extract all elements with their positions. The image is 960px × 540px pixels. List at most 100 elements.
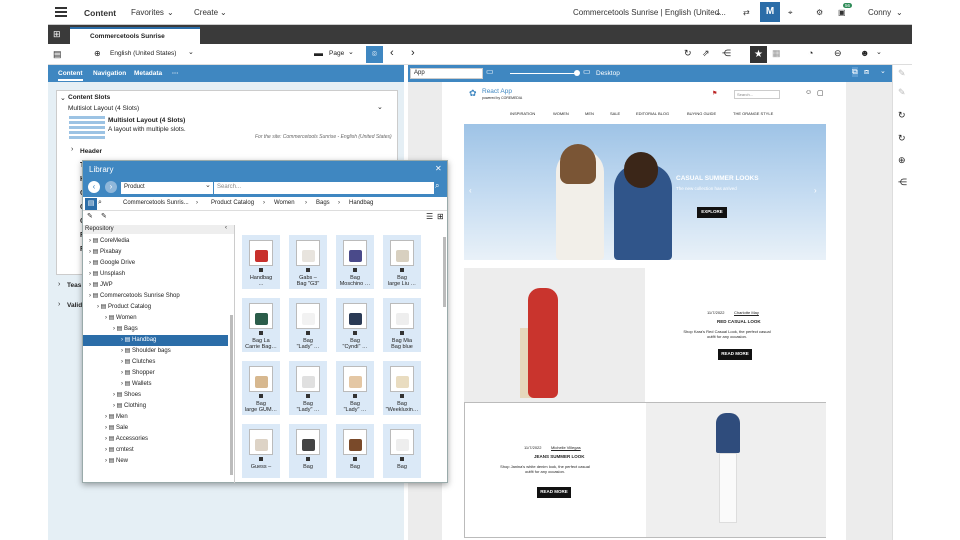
close-icon[interactable]: ✕ bbox=[435, 164, 442, 173]
back-icon[interactable]: ‹ bbox=[88, 181, 100, 193]
grid-icon[interactable]: ⊞ bbox=[53, 29, 61, 40]
library-item[interactable]: Bag "Lady" … bbox=[336, 361, 374, 415]
sync-icon[interactable]: ↻ bbox=[898, 110, 906, 121]
tree-item[interactable]: › ▤ cmtest bbox=[83, 445, 228, 456]
tree-item[interactable]: › ▤ Men bbox=[83, 412, 228, 423]
library-header[interactable]: Library bbox=[83, 161, 447, 179]
tab-navigation[interactable]: Navigation bbox=[93, 70, 126, 77]
tree-item[interactable]: › ▤ Pixabay bbox=[83, 247, 228, 258]
chevron-down-icon[interactable]: ⌄ bbox=[205, 181, 211, 189]
chevron-down-icon[interactable]: ⌄ bbox=[167, 8, 174, 17]
document-tab[interactable]: Commercetools Sunrise bbox=[70, 27, 200, 44]
tree-item[interactable]: › ▤ Clutches bbox=[83, 357, 228, 368]
library-search-input[interactable]: Search... bbox=[214, 182, 434, 194]
collapse-icon[interactable]: ‹ bbox=[225, 225, 227, 231]
chevron-right-icon[interactable]: › bbox=[411, 47, 415, 59]
library-item[interactable]: Handbag… bbox=[242, 235, 280, 289]
chevron-down-icon[interactable]: ⌄ bbox=[220, 8, 227, 17]
library-item[interactable]: Bag "Lady" … bbox=[289, 361, 327, 415]
chevron-right-icon[interactable]: › bbox=[58, 301, 60, 308]
target-icon[interactable]: ⌖ bbox=[788, 8, 793, 18]
library-item[interactable]: Bag "Cyndi" … bbox=[336, 298, 374, 352]
edit-icon[interactable]: ✎ bbox=[87, 212, 93, 220]
user-menu[interactable]: Conny bbox=[868, 8, 891, 17]
breadcrumb-item-1[interactable]: Product Catalog bbox=[211, 200, 254, 206]
teasers-section[interactable]: Teas bbox=[67, 282, 81, 289]
library-item[interactable]: Bag Mia Bag blue bbox=[383, 298, 421, 352]
search-icon[interactable]: ⌕ bbox=[435, 181, 439, 191]
tree-item[interactable]: › ▤ Women bbox=[83, 313, 228, 324]
layout-selector[interactable]: Multislot Layout (4 Slots) bbox=[68, 105, 139, 112]
edit-off-icon[interactable]: ✎ bbox=[101, 212, 107, 220]
site-search-input[interactable]: Search... bbox=[734, 90, 780, 99]
clock-icon[interactable]: ◔ bbox=[808, 48, 813, 58]
chevron-down-icon[interactable]: ⌄ bbox=[896, 8, 903, 17]
tree-item[interactable]: › ▤ Shopper bbox=[83, 368, 228, 379]
device-frame-icon[interactable]: ⧉ bbox=[852, 67, 858, 77]
open-external-icon[interactable]: ⇗ bbox=[702, 48, 710, 59]
nav-editorial-blog[interactable]: EDITORIAL BLOG bbox=[636, 111, 669, 116]
tree-item[interactable]: › ▤ Handbag bbox=[83, 335, 228, 346]
minus-circle-icon[interactable]: ⊖ bbox=[834, 48, 842, 59]
tree-view-icon[interactable]: ▤ bbox=[85, 198, 97, 210]
chevron-left-icon[interactable]: ‹ bbox=[390, 47, 394, 59]
library-item[interactable]: Bag bbox=[336, 424, 374, 478]
teaser1-author[interactable]: Charlotte May bbox=[734, 310, 759, 315]
tree-item[interactable]: › ▤ Bags bbox=[83, 324, 228, 335]
sync-off-icon[interactable]: ↻ bbox=[898, 133, 906, 144]
chevron-down-icon[interactable]: ⌄ bbox=[880, 67, 886, 75]
teaser2-read-more-button[interactable]: READ MORE bbox=[537, 487, 571, 498]
teaser1-read-more-button[interactable]: READ MORE bbox=[718, 349, 752, 360]
tree-item[interactable]: › ▤ Commercetools Sunrise Shop bbox=[83, 291, 228, 302]
breadcrumb-item-0[interactable]: Commercetools Sunris... bbox=[123, 200, 189, 206]
chevron-right-icon[interactable]: › bbox=[58, 281, 60, 288]
page-selector[interactable]: Page bbox=[329, 50, 344, 57]
chevron-down-icon[interactable]: ⌄ bbox=[60, 94, 66, 102]
tree-item[interactable]: › ▤ CoreMedia bbox=[83, 236, 228, 247]
locale-selector[interactable]: English (United States) bbox=[110, 50, 176, 57]
tree-item[interactable]: › ▤ Wallets bbox=[83, 379, 228, 390]
library-item[interactable]: Bag "Weekluxin… bbox=[383, 361, 421, 415]
star-icon[interactable]: ★ bbox=[750, 46, 767, 63]
tree-item[interactable]: › ▤ Shoes bbox=[83, 390, 228, 401]
hero-explore-button[interactable]: EXPLORE bbox=[697, 207, 727, 218]
nav-buying-guide[interactable]: BUYING GUIDE bbox=[687, 111, 716, 116]
tree-item[interactable]: › ▤ JWP bbox=[83, 280, 228, 291]
chevron-right-icon[interactable]: › bbox=[71, 146, 73, 153]
nav-women[interactable]: WOMEN bbox=[553, 111, 569, 116]
type-selector[interactable]: Product bbox=[121, 182, 213, 194]
layout-icon[interactable]: ▤ bbox=[53, 49, 62, 60]
cart-icon[interactable]: ▢ bbox=[817, 89, 824, 97]
grid-scrollbar[interactable] bbox=[443, 237, 446, 307]
chevron-down-icon[interactable]: ⌄ bbox=[348, 48, 354, 56]
tab-more[interactable]: ··· bbox=[172, 70, 179, 77]
site-logo[interactable]: React App bbox=[482, 88, 512, 95]
library-item[interactable]: Bag La Carrie Bag… bbox=[242, 298, 280, 352]
tree-item[interactable]: › ▤ Accessories bbox=[83, 434, 228, 445]
search-mode-icon[interactable]: ⌕ bbox=[98, 199, 102, 207]
tab-metadata[interactable]: Metadata bbox=[134, 70, 162, 77]
create-menu[interactable]: Create bbox=[194, 8, 218, 17]
library-item[interactable]: Bag bbox=[289, 424, 327, 478]
library-item[interactable]: Guess – bbox=[242, 424, 280, 478]
menu-icon[interactable] bbox=[55, 7, 67, 17]
forward-icon[interactable]: › bbox=[105, 181, 117, 193]
pencil-off-icon[interactable]: ✎ bbox=[898, 87, 906, 98]
user-icon[interactable]: ☻ bbox=[860, 48, 869, 58]
flag-icon[interactable]: ⚑ bbox=[712, 90, 717, 97]
library-item[interactable]: Bag large GUM… bbox=[242, 361, 280, 415]
app-selector[interactable]: App bbox=[410, 68, 483, 79]
chevron-down-icon[interactable]: ⌄ bbox=[876, 48, 882, 56]
tree-item[interactable]: › ▤ Unsplash bbox=[83, 269, 228, 280]
chevron-down-icon[interactable]: ⌄ bbox=[715, 8, 722, 17]
search-replace-icon[interactable]: ⇄ bbox=[743, 8, 750, 17]
hero-banner[interactable]: ‹ › CASUAL SUMMER LOOKS The new collecti… bbox=[464, 124, 826, 260]
share-icon[interactable]: ⋲ bbox=[722, 48, 731, 59]
tree-item[interactable]: › ▤ Sale bbox=[83, 423, 228, 434]
settings-icon[interactable]: ⚙ bbox=[816, 8, 823, 17]
breadcrumb-item-3[interactable]: Bags bbox=[316, 200, 330, 206]
location-pin-icon[interactable]: ⌾ bbox=[366, 46, 383, 63]
teaser-image-2[interactable] bbox=[646, 403, 826, 537]
list-view-icon[interactable]: ☰ bbox=[426, 212, 433, 221]
tab-content[interactable]: Content bbox=[58, 70, 83, 81]
